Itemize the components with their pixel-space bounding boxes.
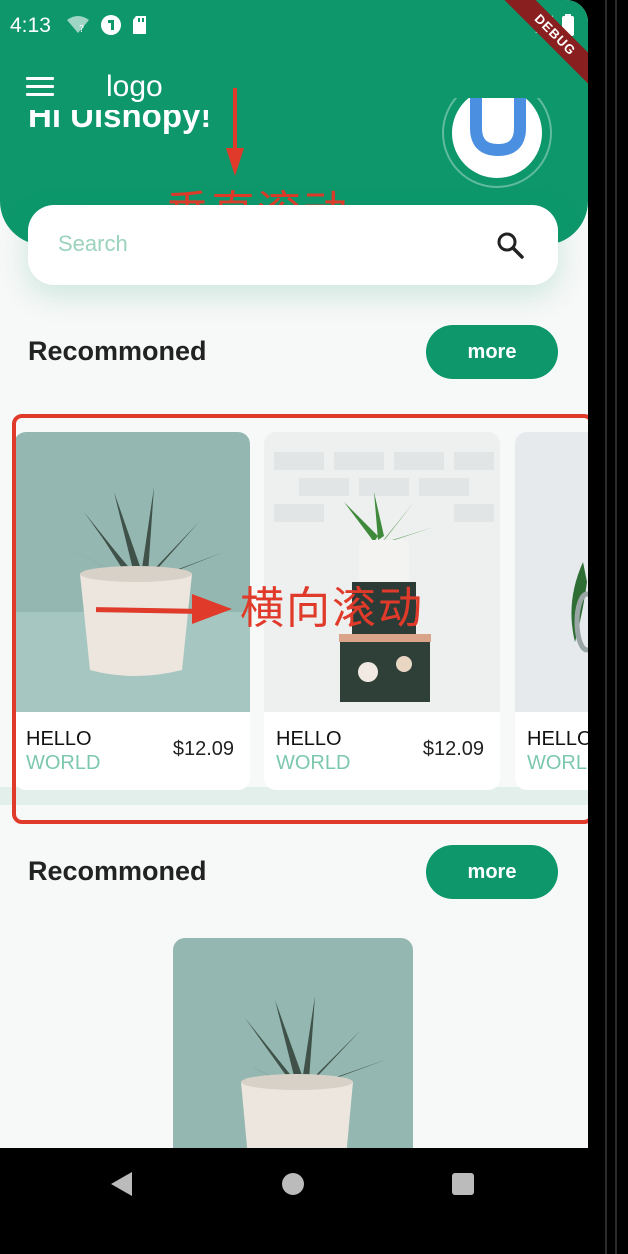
- status-time: 4:13: [10, 14, 51, 37]
- recent-apps-icon[interactable]: [452, 1173, 474, 1195]
- horizontal-scroll-annotation: 横向滚动: [240, 583, 424, 634]
- more-button[interactable]: more: [426, 845, 558, 899]
- search-icon[interactable]: [496, 231, 524, 259]
- search-bar[interactable]: [28, 205, 558, 285]
- sd-card-icon: [133, 16, 146, 34]
- wifi-icon: ?: [67, 16, 89, 35]
- menu-icon[interactable]: [26, 77, 54, 97]
- annotation-arrow-down: [233, 88, 237, 150]
- greeting-text: Hi Uishopy!: [28, 110, 212, 134]
- section-title: Recommoned: [28, 336, 207, 366]
- home-icon[interactable]: [282, 1173, 304, 1195]
- avatar-logo-icon: [470, 98, 526, 157]
- product-image: [173, 938, 413, 1148]
- avatar[interactable]: [442, 98, 552, 188]
- search-input[interactable]: [58, 231, 458, 257]
- device-edge: [588, 0, 628, 1254]
- app-screen: 4:13 ? DEBUG logo Hi Uishopy! 垂直滚动 Recom…: [0, 0, 588, 1148]
- section-title: Recommoned: [28, 856, 207, 886]
- product-card[interactable]: [173, 938, 413, 1148]
- svg-text:?: ?: [79, 24, 84, 35]
- system-navigation-bar: [0, 1148, 588, 1254]
- app-logo: logo: [106, 70, 163, 103]
- notification-app-icon: [101, 15, 121, 35]
- status-bar: 4:13 ?: [0, 0, 588, 52]
- more-button[interactable]: more: [426, 325, 558, 379]
- back-icon[interactable]: [111, 1172, 132, 1196]
